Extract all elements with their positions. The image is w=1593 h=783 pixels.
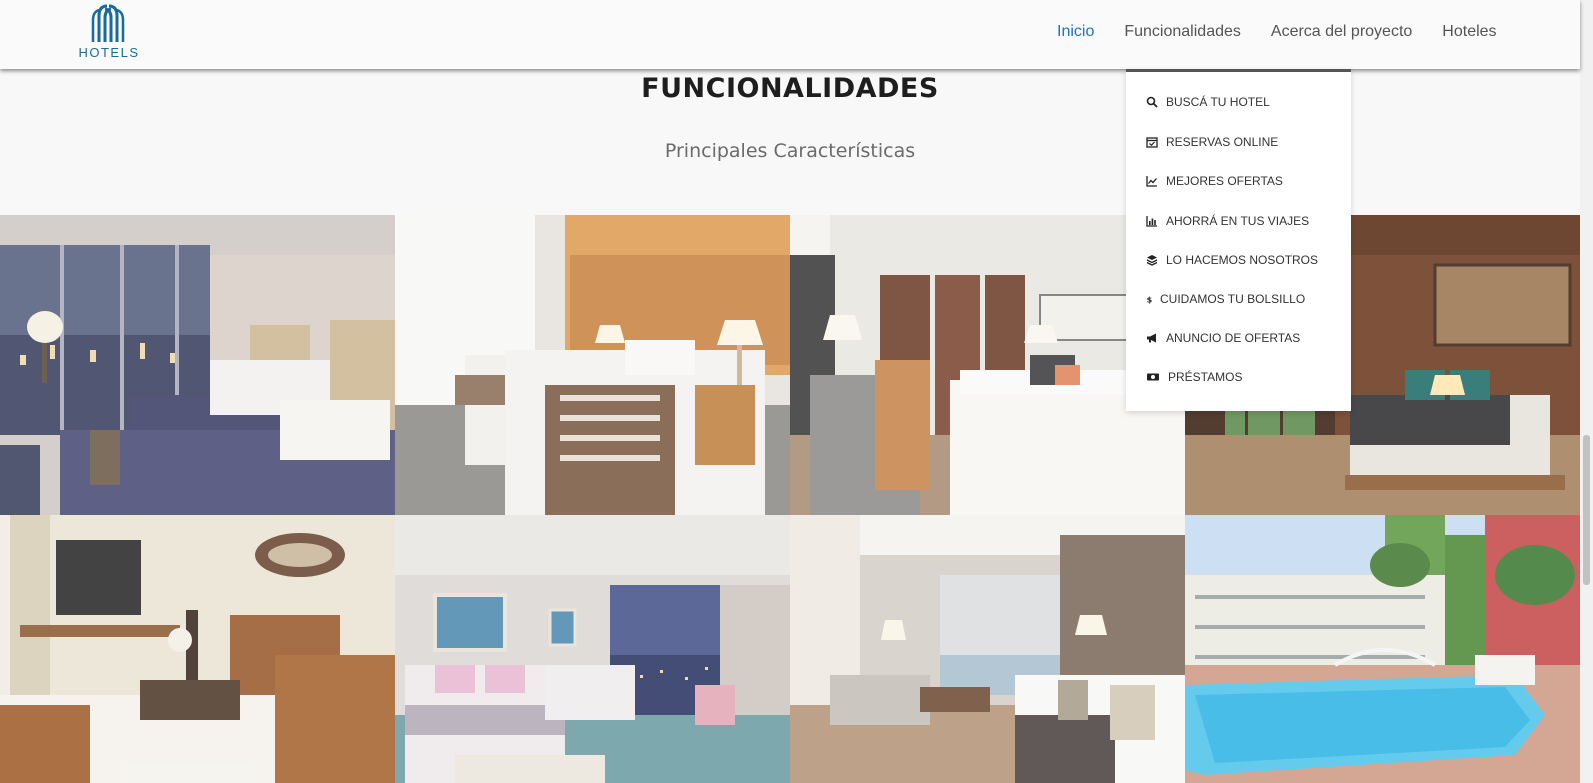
dropdown-item-cuidamos-tu-bolsillo[interactable]: $ CUIDAMOS TU BOLSILLO xyxy=(1146,292,1305,306)
fountain-logo-icon xyxy=(91,4,125,42)
dropdown-item-label: MEJORES OFERTAS xyxy=(1166,174,1283,188)
logo-text: HOTELS xyxy=(78,45,140,60)
funcionalidades-dropdown: BUSCÁ TU HOTEL RESERVAS ONLINE MEJORES O… xyxy=(1126,69,1351,411)
pink-twin-room-photo[interactable] xyxy=(395,515,790,783)
nav-funcionalidades[interactable]: Funcionalidades xyxy=(1124,23,1241,41)
dropdown-item-anuncio-de-ofertas[interactable]: ANUNCIO DE OFERTAS xyxy=(1146,331,1300,345)
hotel-pool-photo[interactable] xyxy=(1185,515,1580,783)
line-chart-icon xyxy=(1146,176,1157,187)
dropdown-item-reservas-online[interactable]: RESERVAS ONLINE xyxy=(1146,135,1278,149)
scrollbar-thumb[interactable] xyxy=(1583,435,1590,585)
dropdown-item-lo-hacemos-nosotros[interactable]: LO HACEMOS NOSOTROS xyxy=(1146,253,1318,267)
dollar-icon: $ xyxy=(1147,295,1153,304)
money-icon xyxy=(1147,373,1159,381)
dropdown-item-label: RESERVAS ONLINE xyxy=(1166,135,1279,149)
hotels-logo[interactable]: HOTELS xyxy=(78,2,140,60)
dropdown-item-ahorra-en-tus-viajes[interactable]: AHORRÁ EN TUS VIAJES xyxy=(1146,214,1309,228)
living-room-sofas-photo[interactable] xyxy=(0,515,395,783)
nav-inicio[interactable]: Inicio xyxy=(1057,23,1094,41)
nav-hoteles[interactable]: Hoteles xyxy=(1442,23,1496,41)
page-scrollbar[interactable] xyxy=(1580,0,1593,783)
modern-room-balcony-photo[interactable] xyxy=(790,515,1185,783)
nav-acerca-del-proyecto[interactable]: Acerca del proyecto xyxy=(1271,23,1412,41)
bar-chart-icon xyxy=(1146,216,1157,227)
dropdown-item-label: CUIDAMOS TU BOLSILLO xyxy=(1160,292,1306,306)
dropdown-item-label: BUSCÁ TU HOTEL xyxy=(1166,95,1270,109)
svg-text:$: $ xyxy=(1147,295,1153,304)
calendar-check-icon xyxy=(1146,137,1158,148)
main-nav: Inicio Funcionalidades Acerca del proyec… xyxy=(1057,23,1527,41)
site-header: HOTELS Inicio Funcionalidades Acerca del… xyxy=(0,0,1580,69)
dropdown-item-label: PRÉSTAMOS xyxy=(1168,370,1243,384)
dropdown-item-label: LO HACEMOS NOSOTROS xyxy=(1166,253,1319,267)
search-icon xyxy=(1146,96,1158,108)
dropdown-item-label: AHORRÁ EN TUS VIAJES xyxy=(1166,214,1310,228)
dropdown-item-mejores-ofertas[interactable]: MEJORES OFERTAS xyxy=(1146,174,1283,188)
megaphone-icon xyxy=(1147,333,1156,343)
dropdown-item-busca-tu-hotel[interactable]: BUSCÁ TU HOTEL xyxy=(1146,95,1270,109)
twin-bed-room-photo[interactable] xyxy=(395,215,790,515)
dropdown-item-label: ANUNCIO DE OFERTAS xyxy=(1166,331,1301,345)
hotel-room-city-view-photo[interactable] xyxy=(0,215,395,515)
dropdown-item-prestamos[interactable]: PRÉSTAMOS xyxy=(1146,370,1242,384)
layers-icon xyxy=(1146,255,1158,266)
